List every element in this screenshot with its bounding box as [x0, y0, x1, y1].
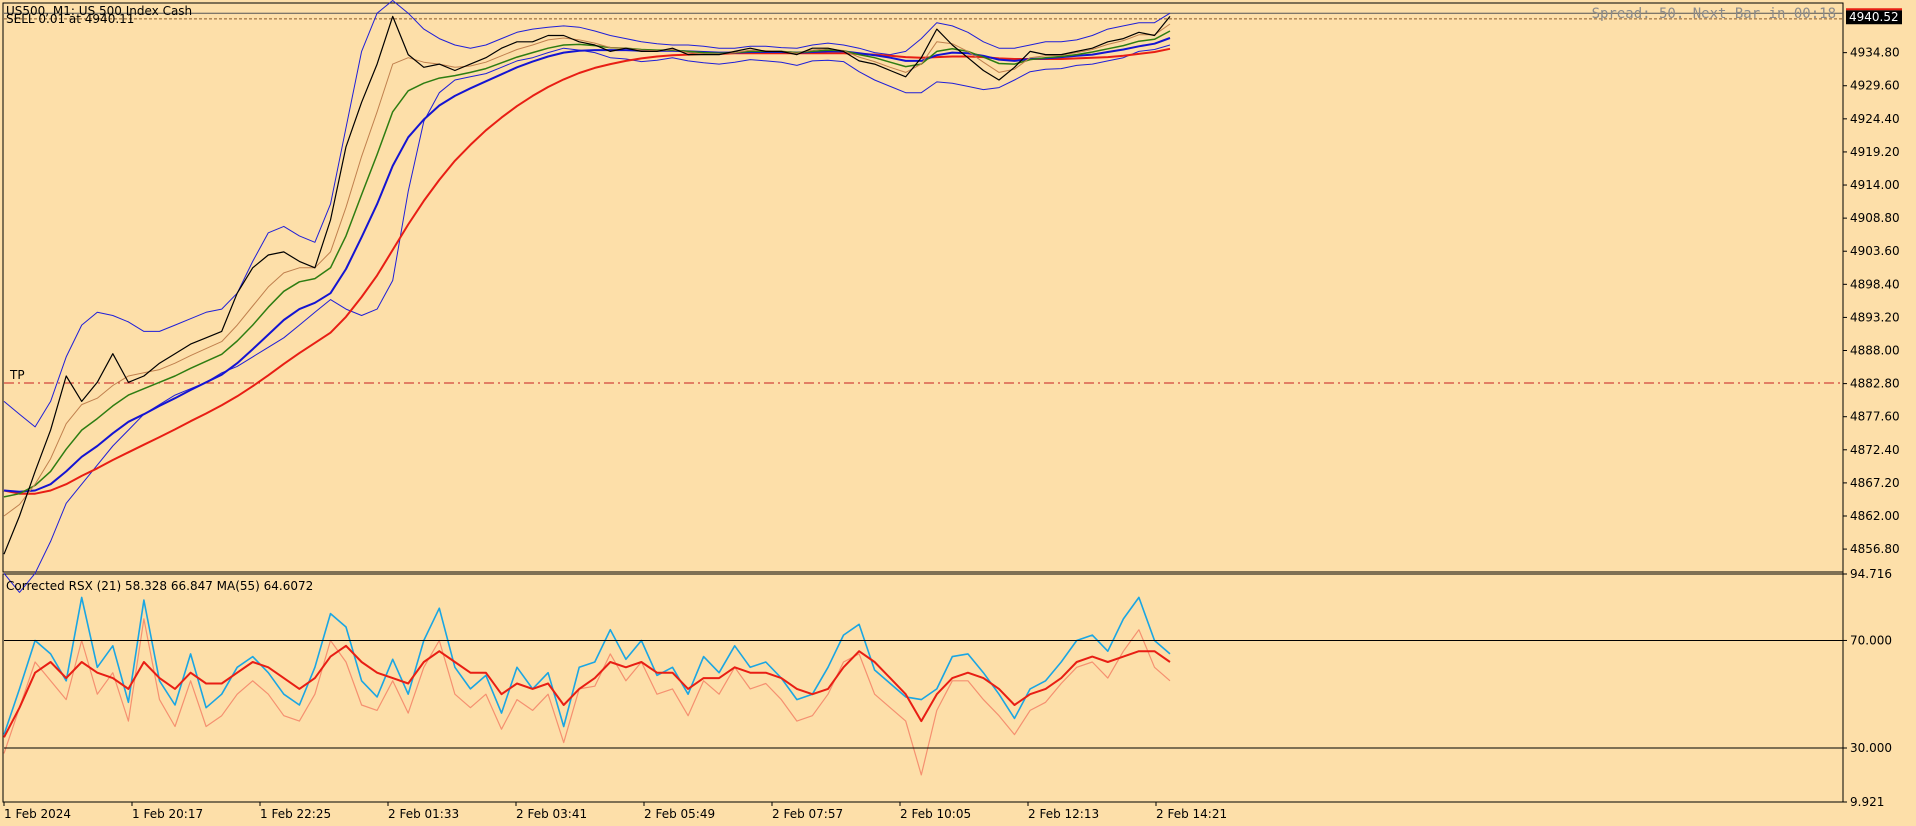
price-tick-label: 4919.20: [1850, 145, 1900, 159]
time-tick-label: 2 Feb 07:57: [772, 807, 843, 821]
spread-info: Spread: 50. Next Bar in 00:18: [1592, 6, 1836, 22]
time-tick-label: 1 Feb 2024: [4, 807, 71, 821]
price-tick-label: 4898.40: [1850, 277, 1900, 291]
indicator-axis: 94.716 70.000 30.000 9.921: [1843, 567, 1892, 809]
time-tick-label: 2 Feb 12:13: [1028, 807, 1099, 821]
take-profit-label: TP: [9, 368, 25, 382]
price-axis: 4934.80 4929.60 4924.40 4919.20 4914.00 4908.…: [1843, 46, 1900, 556]
indicator-tick-label: 70.000: [1850, 633, 1892, 647]
price-tick-label: 4862.00: [1850, 509, 1900, 523]
indicator-title: Corrected RSX (21) 58.328 66.847 MA(55) …: [6, 579, 313, 593]
price-tick-label: 4903.60: [1850, 244, 1900, 258]
time-tick-label: 2 Feb 05:49: [644, 807, 715, 821]
price-tick-label: 4882.80: [1850, 377, 1900, 391]
time-tick-label: 2 Feb 01:33: [388, 807, 459, 821]
price-tick-label: 4872.40: [1850, 443, 1900, 457]
time-axis: 1 Feb 2024 1 Feb 20:17 1 Feb 22:25 2 Feb 01…: [3, 802, 1227, 821]
time-tick-label: 1 Feb 22:25: [260, 807, 331, 821]
current-price-text: 4940.52: [1849, 10, 1899, 24]
price-tick-label: 4924.40: [1850, 112, 1900, 126]
indicator-tick-label: 30.000: [1850, 741, 1892, 755]
price-tick-label: 4877.60: [1850, 410, 1900, 424]
price-tick-label: 4856.80: [1850, 542, 1900, 556]
price-tick-label: 4929.60: [1850, 79, 1900, 93]
price-tick-label: 4867.20: [1850, 476, 1900, 490]
trading-chart[interactable]: 4934.80 4929.60 4924.40 4919.20 4914.00 4908.…: [0, 0, 1916, 826]
main-chart-panel[interactable]: [2, 2, 1844, 573]
time-tick-label: 2 Feb 10:05: [900, 807, 971, 821]
price-tick-label: 4908.80: [1850, 211, 1900, 225]
price-tick-label: 4888.00: [1850, 344, 1900, 358]
price-tick-label: 4893.20: [1850, 310, 1900, 324]
time-tick-label: 2 Feb 03:41: [516, 807, 587, 821]
price-tick-label: 4914.00: [1850, 178, 1900, 192]
price-tick-label: 4934.80: [1850, 46, 1900, 60]
time-tick-label: 1 Feb 20:17: [132, 807, 203, 821]
indicator-tick-label: 9.921: [1850, 795, 1884, 809]
indicator-tick-label: 94.716: [1850, 567, 1892, 581]
sell-order-label: SELL 0.01 at 4940.11: [6, 12, 134, 26]
time-tick-label: 2 Feb 14:21: [1156, 807, 1227, 821]
